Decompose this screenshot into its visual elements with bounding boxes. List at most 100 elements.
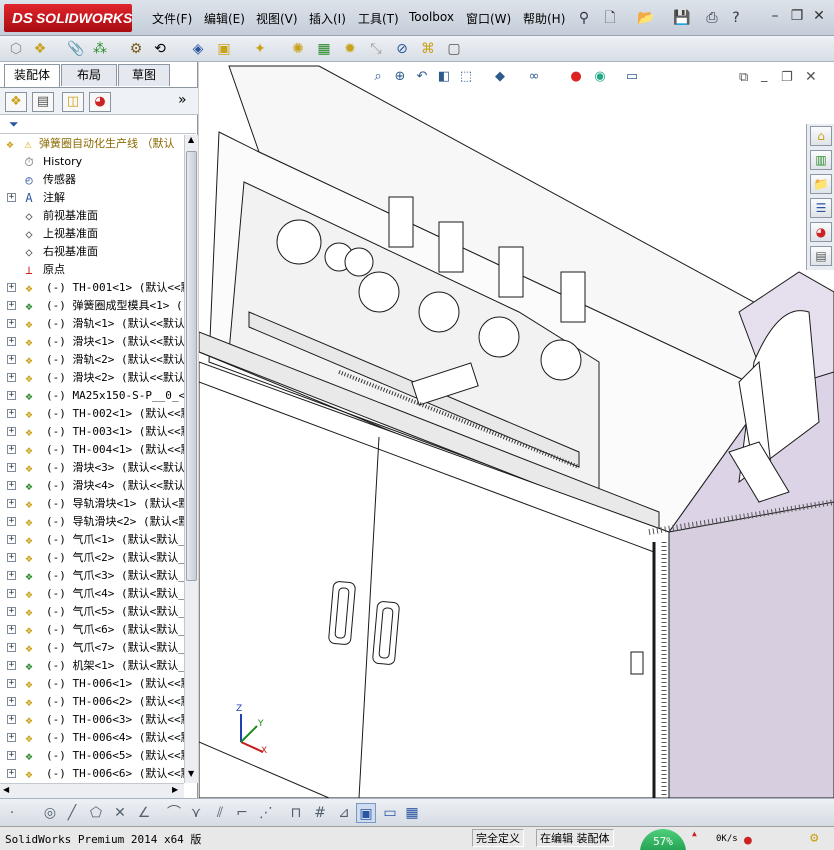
expand-toggle-icon[interactable]: + xyxy=(7,445,16,454)
tree-item[interactable]: + ❖ (-) 导轨滑块<2> (默认<默 xyxy=(0,513,184,531)
help-question-icon[interactable]: ? xyxy=(726,8,746,28)
expand-toggle-icon[interactable]: + xyxy=(7,409,16,418)
insert-component-icon[interactable]: ❖ xyxy=(30,39,50,59)
tree-item[interactable]: + ❖ (-) 导轨滑块<1> (默认<默 xyxy=(0,495,184,513)
tree-item[interactable]: + ❖ (-) 气爪<1> (默认<默认_ xyxy=(0,531,184,549)
filter-icon[interactable]: ⏷ xyxy=(9,117,19,132)
tree-vertical-scrollbar[interactable]: ▲ ▼ xyxy=(184,135,198,783)
viewport-restore-icon[interactable]: ❐ xyxy=(781,70,793,85)
measure-angle-icon[interactable]: ⊿ xyxy=(334,803,354,823)
offset-icon[interactable]: ⋎ xyxy=(186,803,206,823)
graphics-viewport[interactable]: Z Y X ⌕ ⊕ ↶ ◧ ⬚ ◆ ∞ ● ◉ ▭ ⧉ _ ❐ ✕ xyxy=(199,62,834,798)
scroll-up-icon[interactable]: ▲ xyxy=(188,135,194,144)
menu-view[interactable]: 视图(V) xyxy=(256,10,298,27)
explode-line-icon[interactable]: ⤡ xyxy=(366,39,386,59)
menu-insert[interactable]: 插入(I) xyxy=(309,10,346,27)
previous-view-icon[interactable]: ↶ xyxy=(413,68,431,86)
open-folder-icon[interactable]: 📂 xyxy=(636,8,656,28)
hidden-lines-icon[interactable]: ▭ xyxy=(380,803,400,823)
viewport-options-icon[interactable]: ⧉ xyxy=(739,70,748,85)
expand-toggle-icon[interactable]: + xyxy=(7,337,16,346)
expand-toggle-icon[interactable]: + xyxy=(7,769,16,778)
wireframe-icon[interactable]: ▦ xyxy=(402,803,422,823)
tree-item[interactable]: + ❖ (-) 滑块<4> (默认<<默认 xyxy=(0,477,184,495)
tab-assembly[interactable]: 装配体 xyxy=(4,64,60,87)
dimension-icon[interactable]: ⊓ xyxy=(286,803,306,823)
expand-toggle-icon[interactable]: + xyxy=(7,481,16,490)
menu-help[interactable]: 帮助(H) xyxy=(523,10,565,27)
tree-item[interactable]: + ❖ (-) 气爪<5> (默认<默认_ xyxy=(0,603,184,621)
tree-item[interactable]: + A 注解 xyxy=(0,189,184,207)
expand-toggle-icon[interactable]: + xyxy=(7,463,16,472)
apply-scene-icon[interactable]: ◉ xyxy=(591,68,609,86)
expand-toggle-icon[interactable]: + xyxy=(7,535,16,544)
tree-filter-bar[interactable]: ⏷ xyxy=(0,116,196,134)
restore-icon[interactable]: ❐ xyxy=(788,8,806,24)
section-view-icon[interactable]: ◧ xyxy=(435,68,453,86)
expand-toggle-icon[interactable]: + xyxy=(7,373,16,382)
hide-show-items-icon[interactable]: ∞ xyxy=(525,68,543,86)
expand-toggle-icon[interactable]: + xyxy=(7,427,16,436)
tree-item[interactable]: + ❖ (-) 滑轨<1> (默认<<默认 xyxy=(0,315,184,333)
view-palette-icon[interactable]: ☰ xyxy=(810,198,832,218)
scroll-left-icon[interactable]: ◀ xyxy=(3,785,9,794)
mate-icon[interactable]: 📎 xyxy=(66,39,86,59)
expand-toggle-icon[interactable]: + xyxy=(7,319,16,328)
circle-icon[interactable]: ◎ xyxy=(40,803,60,823)
bill-of-materials-icon[interactable]: ▦ xyxy=(314,39,334,59)
tree-item[interactable]: + ❖ (-) 滑块<3> (默认<<默认 xyxy=(0,459,184,477)
configuration-manager-icon[interactable]: ◫ xyxy=(62,92,84,112)
grid-icon[interactable]: # xyxy=(310,803,330,823)
display-manager-icon[interactable]: ◕ xyxy=(89,92,111,112)
menu-edit[interactable]: 编辑(E) xyxy=(204,10,245,27)
tree-item[interactable]: ⏱ History xyxy=(0,153,184,171)
tree-item[interactable]: ◇ 上视基准面 xyxy=(0,225,184,243)
tree-item[interactable]: + ❖ (-) 气爪<2> (默认<默认_ xyxy=(0,549,184,567)
expand-toggle-icon[interactable]: + xyxy=(7,499,16,508)
save-icon[interactable]: 💾 xyxy=(672,8,692,28)
reference-geometry-icon[interactable]: ✦ xyxy=(250,39,270,59)
tree-item[interactable]: + ❖ (-) TH-006<2> (默认<<默 xyxy=(0,693,184,711)
expand-toggle-icon[interactable]: + xyxy=(7,553,16,562)
menu-file[interactable]: 文件(F) xyxy=(152,10,192,27)
expand-toggle-icon[interactable]: + xyxy=(7,643,16,652)
rebuild-status-icon[interactable]: ⚙ xyxy=(810,830,818,846)
tree-item[interactable]: + ❖ (-) TH-006<6> (默认<<默 xyxy=(0,765,184,783)
tree-item[interactable]: + ❖ (-) TH-006<3> (默认<<默 xyxy=(0,711,184,729)
angle-icon[interactable]: ∠ xyxy=(134,803,154,823)
fillet-icon[interactable]: ⌒ xyxy=(164,803,184,823)
display-style-icon[interactable]: ◆ xyxy=(491,68,509,86)
network-monitor-icon[interactable]: ● xyxy=(744,833,752,848)
tree-item[interactable]: + ❖ (-) 弹簧圈成型模具<1> ( xyxy=(0,297,184,315)
sketch-point-icon[interactable]: · xyxy=(2,803,22,823)
feature-tree-icon[interactable]: ❖ xyxy=(5,92,27,112)
expand-toggle-icon[interactable]: + xyxy=(7,283,16,292)
viewport-minimize-icon[interactable]: _ xyxy=(761,68,768,83)
large-assembly-icon[interactable]: ▢ xyxy=(444,39,464,59)
tab-sketch[interactable]: 草图 xyxy=(118,64,170,86)
tree-item[interactable]: + ❖ (-) 滑轨<2> (默认<<默认 xyxy=(0,351,184,369)
linear-pattern-icon[interactable]: ⁂ xyxy=(90,39,110,59)
move-component-icon[interactable]: ⟲ xyxy=(150,39,170,59)
expand-toggle-icon[interactable]: + xyxy=(7,715,16,724)
tree-item[interactable]: + ❖ (-) TH-001<1> (默认<<默 xyxy=(0,279,184,297)
panel-expand-icon[interactable]: » xyxy=(178,92,187,108)
expand-toggle-icon[interactable]: + xyxy=(7,607,16,616)
tree-item[interactable]: ◇ 前视基准面 xyxy=(0,207,184,225)
menu-toolbox[interactable]: Toolbox xyxy=(409,10,454,24)
menu-window[interactable]: 窗口(W) xyxy=(466,10,511,27)
zoom-to-fit-icon[interactable]: ⌕ xyxy=(369,68,387,86)
polygon-icon[interactable]: ⬠ xyxy=(86,803,106,823)
menu-tools[interactable]: 工具(T) xyxy=(358,10,399,27)
custom-properties-icon[interactable]: ▤ xyxy=(810,246,832,266)
expand-toggle-icon[interactable]: + xyxy=(7,733,16,742)
expand-toggle-icon[interactable]: + xyxy=(7,571,16,580)
show-hidden-icon[interactable]: ◈ xyxy=(188,39,208,59)
file-explorer-icon[interactable]: 📁 xyxy=(810,174,832,194)
property-manager-icon[interactable]: ▤ xyxy=(32,92,54,112)
tree-item[interactable]: ⊥ 原点 xyxy=(0,261,184,279)
scroll-right-icon[interactable]: ▶ xyxy=(172,785,178,794)
tab-layout[interactable]: 布局 xyxy=(61,64,117,86)
tree-horizontal-scrollbar[interactable]: ◀ ▶ xyxy=(0,783,184,798)
tree-item[interactable]: + ❖ (-) TH-004<1> (默认<<默 xyxy=(0,441,184,459)
